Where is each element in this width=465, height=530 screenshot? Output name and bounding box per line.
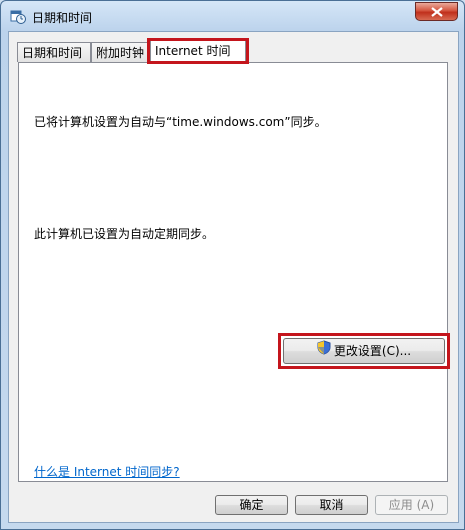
internet-time-help-link[interactable]: 什么是 Internet 时间同步? xyxy=(34,463,180,480)
uac-shield-icon xyxy=(317,339,331,363)
change-settings-label: 更改设置(C)... xyxy=(333,344,412,358)
tab-highlight-box xyxy=(147,38,249,64)
dialog-window: 日期和时间 日期和时间 附加时钟 Internet 时间 已将计算机设置为自动与… xyxy=(0,0,465,530)
change-settings-button[interactable]: 更改设置(C)... xyxy=(283,338,445,364)
window-title: 日期和时间 xyxy=(32,11,93,25)
tab-label: 日期和时间 xyxy=(22,46,83,60)
close-icon xyxy=(431,7,443,17)
clock-calendar-icon xyxy=(10,8,26,24)
tab-date-time[interactable]: 日期和时间 xyxy=(17,42,91,62)
title-bar[interactable]: 日期和时间 xyxy=(1,1,464,31)
tab-additional-clocks[interactable]: 附加时钟 xyxy=(91,42,150,62)
close-button[interactable] xyxy=(415,2,458,21)
schedule-status-text: 此计算机已设置为自动定期同步。 xyxy=(34,227,215,241)
change-settings-highlight: 更改设置(C)... xyxy=(278,333,450,369)
sync-status-text: 已将计算机设置为自动与“time.windows.com”同步。 xyxy=(34,115,327,129)
apply-button[interactable]: 应用 (A) xyxy=(375,495,448,515)
ok-button[interactable]: 确定 xyxy=(215,495,288,515)
dialog-client-area: 日期和时间 附加时钟 Internet 时间 已将计算机设置为自动与“time.… xyxy=(8,31,459,523)
tab-label: 附加时钟 xyxy=(96,46,145,60)
tab-panel-internet-time: 已将计算机设置为自动与“time.windows.com”同步。 此计算机已设置… xyxy=(18,62,450,482)
cancel-button[interactable]: 取消 xyxy=(295,495,368,515)
